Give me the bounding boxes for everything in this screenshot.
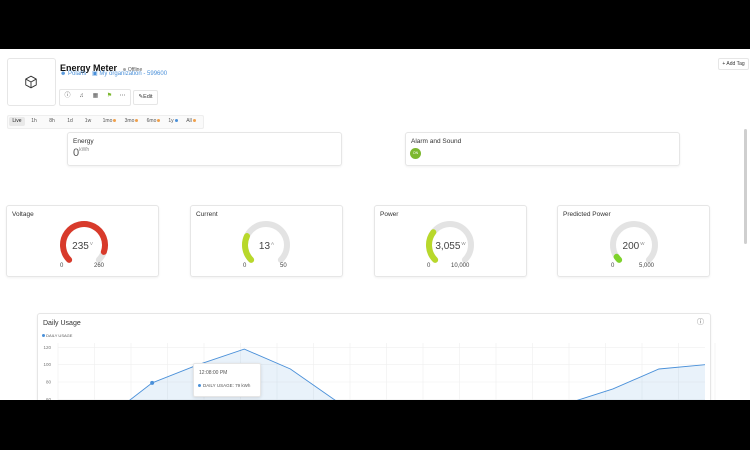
y-tick-label: 60 xyxy=(46,397,52,400)
device-page: Energy Meter Offline ☻ Polaris ▣ My orga… xyxy=(0,49,750,400)
daily-usage-chart: 120 100 80 60 xyxy=(43,343,716,400)
series-area xyxy=(60,349,705,400)
tooltip-value: DAILY USAGE: 79 kWh xyxy=(198,383,250,388)
tooltip-time: 12:08:00 PM xyxy=(199,370,228,376)
chart-tooltip: 12:08:00 PM DAILY USAGE: 79 kWh xyxy=(193,363,261,397)
y-tick-label: 100 xyxy=(43,362,51,367)
y-tick-label: 80 xyxy=(46,380,52,385)
data-point-highlight[interactable] xyxy=(150,380,155,385)
tooltip-dot xyxy=(198,384,201,388)
y-tick-label: 120 xyxy=(43,345,51,350)
